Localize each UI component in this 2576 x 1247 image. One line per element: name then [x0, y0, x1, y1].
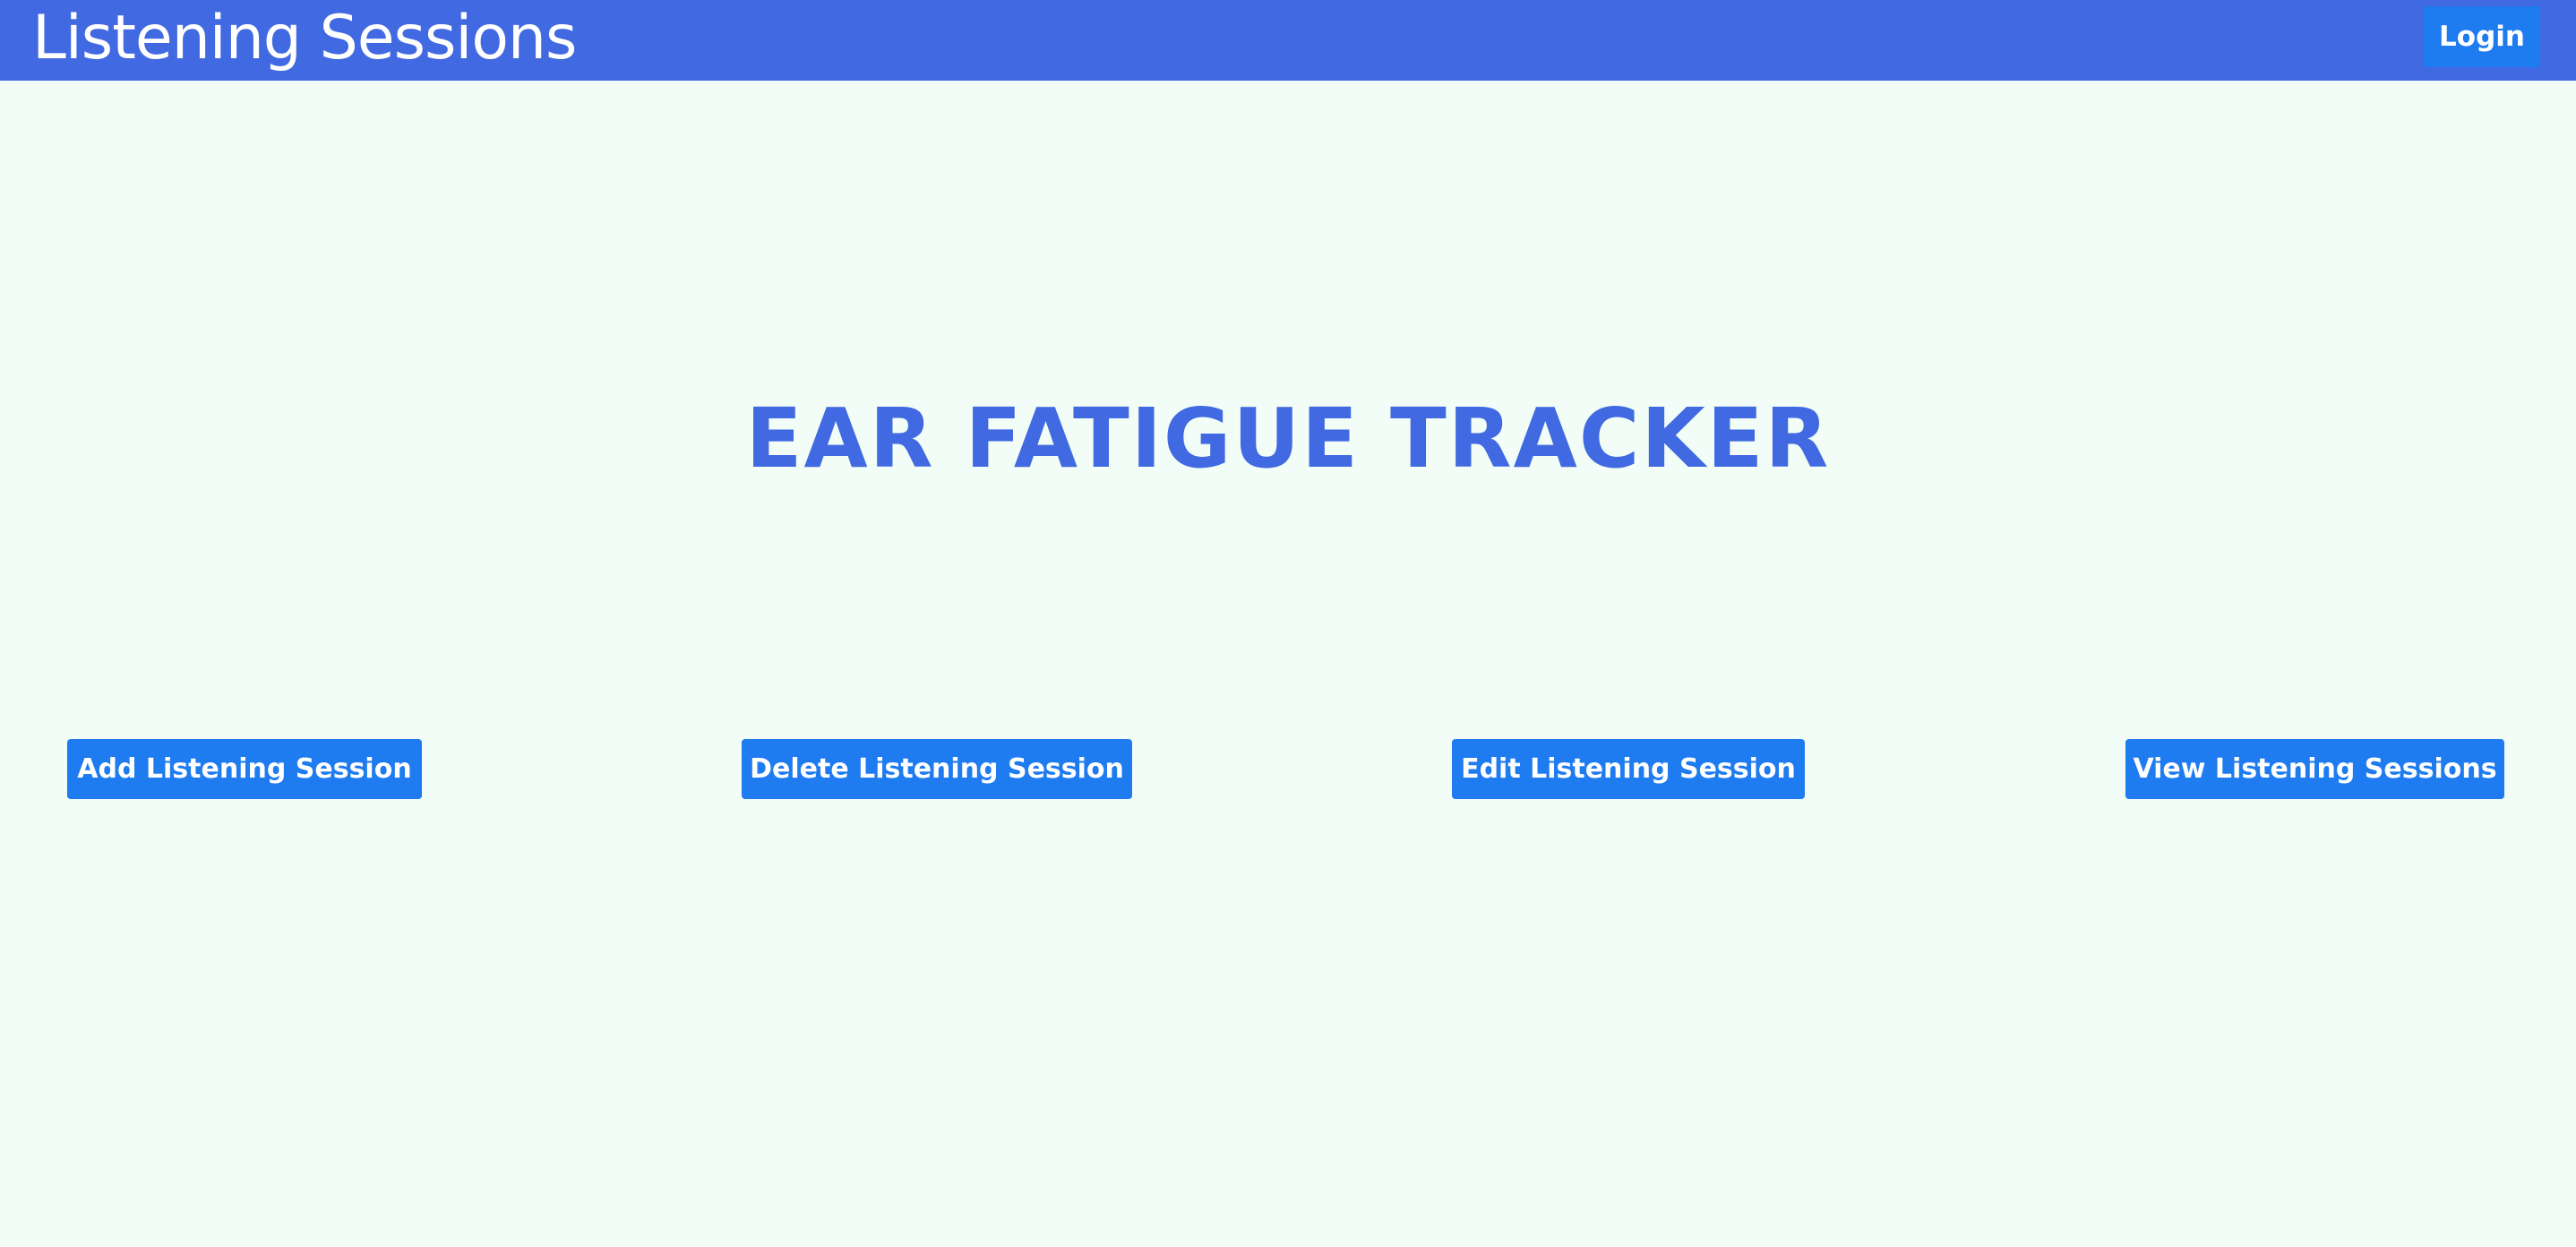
top-navbar: Listening Sessions Login [0, 0, 2576, 81]
view-listening-sessions-button[interactable]: View Listening Sessions [2125, 739, 2504, 799]
page-heading: EAR FATIGUE TRACKER [745, 391, 1831, 486]
delete-listening-session-button[interactable]: Delete Listening Session [742, 739, 1132, 799]
app-title[interactable]: Listening Sessions [32, 0, 577, 77]
edit-listening-session-button[interactable]: Edit Listening Session [1452, 739, 1805, 799]
login-button[interactable]: Login [2424, 6, 2540, 67]
add-listening-session-button[interactable]: Add Listening Session [67, 739, 422, 799]
